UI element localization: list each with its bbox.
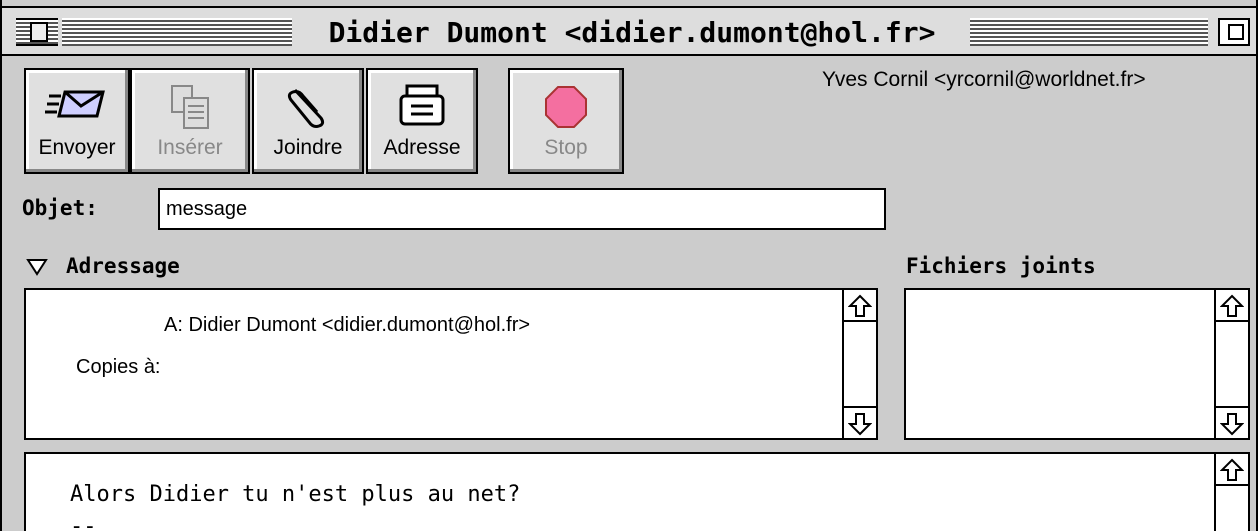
to-label: A: bbox=[164, 314, 183, 336]
stop-button[interactable]: Stop bbox=[508, 68, 624, 174]
cc-label: Copies à: bbox=[76, 356, 161, 378]
insert-button[interactable]: Insérer bbox=[130, 68, 250, 174]
window-title: Didier Dumont <didier.dumont@hol.fr> bbox=[302, 14, 962, 52]
scroll-up-arrow-icon[interactable] bbox=[1216, 290, 1248, 322]
envelope-send-icon bbox=[45, 90, 105, 118]
attachments-panel[interactable] bbox=[904, 288, 1250, 440]
address-book-button-label: Adresse bbox=[383, 136, 461, 159]
disclosure-triangle-icon[interactable] bbox=[26, 258, 48, 276]
message-body-editor[interactable]: Alors Didier tu n'est plus au net? -- bbox=[24, 452, 1250, 531]
sender-account: Yves Cornil <yrcornil@worldnet.fr> bbox=[822, 68, 1146, 91]
message-body-line: Alors Didier tu n'est plus au net? bbox=[70, 482, 521, 507]
insert-document-icon bbox=[171, 85, 209, 129]
stop-sign-icon bbox=[545, 86, 587, 128]
signature-separator: -- bbox=[70, 514, 97, 531]
attach-button[interactable]: Joindre bbox=[252, 68, 364, 174]
addressing-panel[interactable]: A: Didier Dumont <didier.dumont@hol.fr> … bbox=[24, 288, 878, 440]
stop-button-label: Stop bbox=[544, 136, 588, 159]
addressing-scrollbar[interactable] bbox=[842, 290, 876, 438]
to-field[interactable]: Didier Dumont <didier.dumont@hol.fr> bbox=[188, 314, 530, 336]
subject-field[interactable]: message bbox=[158, 188, 886, 230]
compose-window: Didier Dumont <didier.dumont@hol.fr> Env… bbox=[0, 0, 1258, 531]
paperclip-icon bbox=[287, 88, 325, 128]
zoom-box-icon[interactable] bbox=[1218, 18, 1250, 46]
address-book-icon bbox=[399, 84, 445, 126]
title-bar-stripes bbox=[970, 18, 1208, 46]
send-button-label: Envoyer bbox=[38, 136, 116, 159]
attachments-scrollbar[interactable] bbox=[1214, 290, 1248, 438]
scroll-up-arrow-icon[interactable] bbox=[1216, 454, 1248, 486]
scroll-down-arrow-icon[interactable] bbox=[844, 406, 876, 438]
attach-button-label: Joindre bbox=[273, 136, 343, 159]
message-scrollbar[interactable] bbox=[1214, 454, 1248, 531]
title-bar-stripes bbox=[62, 18, 292, 46]
title-bar[interactable]: Didier Dumont <didier.dumont@hol.fr> bbox=[2, 6, 1256, 56]
send-button[interactable]: Envoyer bbox=[24, 68, 130, 174]
address-book-button[interactable]: Adresse bbox=[366, 68, 478, 174]
addressing-section-label: Adressage bbox=[66, 254, 180, 278]
insert-button-label: Insérer bbox=[157, 136, 223, 159]
scroll-down-arrow-icon[interactable] bbox=[1216, 406, 1248, 438]
attachments-section-label: Fichiers joints bbox=[906, 254, 1096, 278]
close-box-icon[interactable] bbox=[16, 18, 58, 46]
subject-label: Objet: bbox=[22, 196, 98, 220]
scroll-up-arrow-icon[interactable] bbox=[844, 290, 876, 322]
